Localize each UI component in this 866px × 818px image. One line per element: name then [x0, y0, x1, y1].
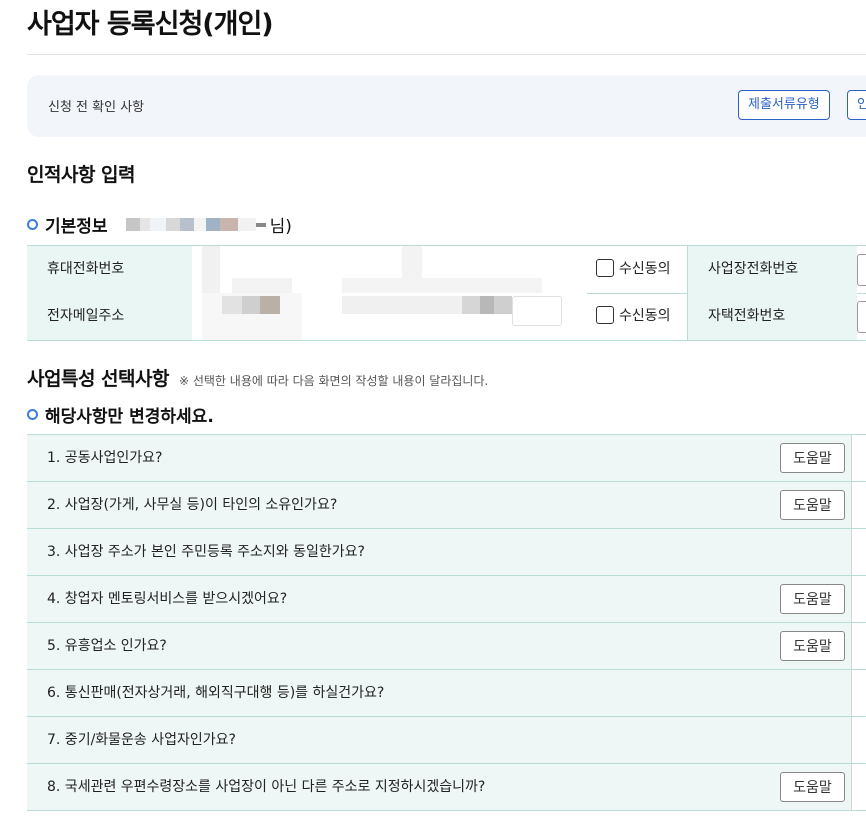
- submission-document-type-button[interactable]: 제출서류유형: [738, 90, 830, 120]
- contact-info-table: 휴대전화번호 수신동의 사업장전화번호 전자메일주소 수신동의 자택전화번호: [27, 245, 866, 341]
- question-row-1: 1. 공동사업인가요? 도움말: [27, 435, 866, 482]
- basic-info-label: 기본정보: [45, 217, 108, 237]
- answer-cell: [852, 623, 866, 669]
- business-phone-label: 사업장전화번호: [687, 246, 857, 293]
- question-text: 2. 사업장(가게, 사무실 등)이 타인의 소유인가요?: [47, 497, 338, 513]
- question-row-6: 6. 통신판매(전자상거래, 해외직구대행 등)를 하실건가요?: [27, 670, 866, 717]
- question-text: 4. 창업자 멘토링서비스를 받으시겠어요?: [47, 591, 288, 607]
- page-title: 사업자 등록신청(개인): [27, 9, 274, 40]
- title-divider: [27, 54, 866, 55]
- business-phone-input[interactable]: [857, 254, 866, 286]
- question-row-5: 5. 유흥업소 인가요? 도움말: [27, 623, 866, 670]
- question-row-4: 4. 창업자 멘토링서비스를 받으시겠어요? 도움말: [27, 576, 866, 623]
- redacted-name: [125, 215, 266, 235]
- ring-icon: [27, 219, 38, 230]
- answer-cell: [852, 482, 866, 528]
- email-consent-label: 수신동의: [619, 308, 671, 324]
- mobile-consent-checkbox[interactable]: [596, 259, 614, 277]
- basic-info-heading: 기본정보 님): [27, 212, 292, 237]
- notice-second-button[interactable]: 인: [847, 90, 866, 120]
- answer-cell: [852, 764, 866, 810]
- help-button[interactable]: 도움말: [780, 584, 845, 614]
- answer-cell: [852, 576, 866, 622]
- help-button[interactable]: 도움말: [780, 772, 845, 802]
- question-text: 7. 중기/화물운송 사업자인가요?: [47, 732, 236, 748]
- help-button[interactable]: 도움말: [780, 443, 845, 473]
- question-text: 5. 유흥업소 인가요?: [47, 638, 167, 654]
- answer-cell: [852, 435, 866, 481]
- mobile-consent-label: 수신동의: [619, 261, 671, 277]
- mobile-consent[interactable]: 수신동의: [596, 258, 671, 278]
- email-value-redacted: [192, 293, 587, 340]
- change-only-label: 해당사항만 변경하세요.: [45, 407, 214, 427]
- business-questions-table: 1. 공동사업인가요? 도움말 2. 사업장(가게, 사무실 등)이 타인의 소…: [27, 434, 866, 811]
- ring-icon: [27, 409, 38, 420]
- question-text: 3. 사업장 주소가 본인 주민등록 주소지와 동일한가요?: [47, 544, 365, 560]
- business-section-title: 사업특성 선택사항: [27, 368, 169, 390]
- mobile-phone-value-redacted: [192, 246, 587, 293]
- mobile-phone-row: 휴대전화번호 수신동의 사업장전화번호: [27, 246, 866, 294]
- help-button[interactable]: 도움말: [780, 490, 845, 520]
- email-consent[interactable]: 수신동의: [596, 305, 671, 325]
- pre-application-notice: 신청 전 확인 사항 제출서류유형 인: [27, 75, 866, 137]
- question-row-2: 2. 사업장(가게, 사무실 등)이 타인의 소유인가요? 도움말: [27, 482, 866, 529]
- question-text: 1. 공동사업인가요?: [47, 450, 163, 466]
- question-text: 8. 국세관련 우편수령장소를 사업장이 아닌 다른 주소로 지정하시겠습니까?: [47, 779, 486, 795]
- question-row-3: 3. 사업장 주소가 본인 주민등록 주소지와 동일한가요?: [27, 529, 866, 576]
- business-section-note: ※ 선택한 내용에 따라 다음 화면의 작성할 내용이 달라집니다.: [178, 374, 489, 388]
- home-phone-input[interactable]: [857, 301, 866, 333]
- name-suffix: 님): [269, 217, 292, 237]
- notice-label: 신청 전 확인 사항: [48, 100, 145, 115]
- question-text: 6. 통신판매(전자상거래, 해외직구대행 등)를 하실건가요?: [47, 685, 385, 701]
- change-only-heading: 해당사항만 변경하세요.: [27, 402, 214, 427]
- personal-info-heading: 인적사항 입력: [27, 164, 136, 186]
- email-label: 전자메일주소: [27, 293, 192, 340]
- help-button[interactable]: 도움말: [780, 631, 845, 661]
- question-row-8: 8. 국세관련 우편수령장소를 사업장이 아닌 다른 주소로 지정하시겠습니까?…: [27, 764, 866, 811]
- answer-cell: [852, 670, 866, 716]
- answer-cell: [852, 529, 866, 575]
- business-characteristics-heading: 사업특성 선택사항 ※ 선택한 내용에 따라 다음 화면의 작성할 내용이 달라…: [27, 364, 488, 391]
- email-row: 전자메일주소 수신동의 자택전화번호: [27, 293, 866, 341]
- question-row-7: 7. 중기/화물운송 사업자인가요?: [27, 717, 866, 764]
- home-phone-label: 자택전화번호: [687, 293, 857, 340]
- mobile-phone-label: 휴대전화번호: [27, 246, 192, 293]
- email-consent-checkbox[interactable]: [596, 306, 614, 324]
- answer-cell: [852, 717, 866, 763]
